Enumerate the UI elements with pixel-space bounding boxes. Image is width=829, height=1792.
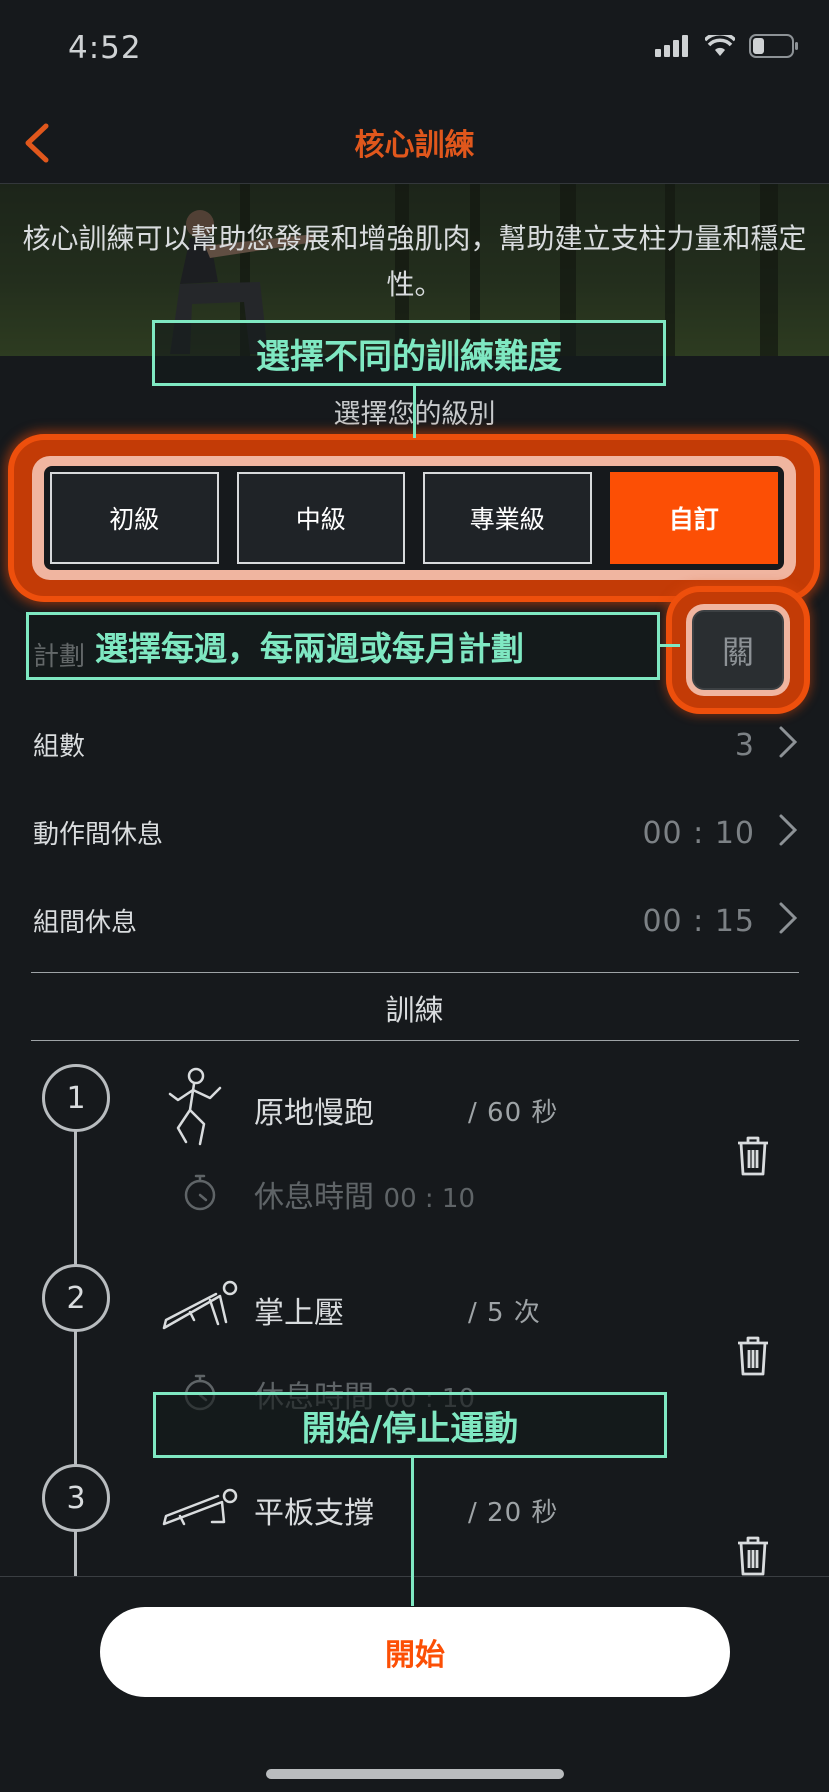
- exercise-name: 平板支撐: [254, 1496, 374, 1531]
- exercise-amount: / 20 秒: [468, 1498, 559, 1528]
- plank-icon: [162, 1488, 238, 1526]
- level-selector: 初級 中級 專業級 自訂: [44, 466, 784, 570]
- exercise-name: 掌上壓: [254, 1296, 344, 1331]
- chevron-right-icon: [779, 902, 798, 934]
- exercise-number-badge: 3: [42, 1464, 110, 1532]
- signal-icon: [655, 35, 688, 57]
- level-callout: 選擇不同的訓練難度: [152, 320, 666, 386]
- status-bar: 4:52: [0, 0, 829, 100]
- navigation-bar: 核心訓練: [0, 100, 829, 184]
- stopwatch-icon: [184, 1174, 216, 1211]
- plan-toggle-highlight: 關: [672, 592, 804, 708]
- hero-description: 核心訓練可以幫助您發展和增強肌肉，幫助建立支柱力量和穩定性。: [22, 222, 807, 301]
- divider: [31, 972, 799, 973]
- status-time: 4:52: [68, 30, 142, 66]
- rest-between-moves-row[interactable]: 動作間休息 00 : 10: [0, 790, 829, 870]
- rest-between-moves-label: 動作間休息: [33, 820, 164, 850]
- plan-callout: 選擇每週，每兩週或每月計劃: [26, 612, 660, 680]
- wifi-icon: [705, 35, 735, 56]
- exercise-rest: 休息時間 00 : 10: [254, 1172, 475, 1216]
- chevron-right-icon: [779, 814, 798, 846]
- chevron-right-icon: [779, 726, 798, 758]
- level-custom-button[interactable]: 自訂: [609, 472, 778, 564]
- start-button[interactable]: 開始: [100, 1607, 730, 1697]
- divider: [31, 1040, 799, 1041]
- level-professional-button[interactable]: 專業級: [423, 472, 592, 564]
- rest-between-sets-value: 00 : 15: [642, 904, 755, 939]
- rest-label: 休息時間: [254, 1180, 374, 1215]
- trash-icon[interactable]: [734, 1534, 772, 1578]
- bottom-panel: 開始: [0, 1576, 829, 1792]
- exercise-number-badge: 2: [42, 1264, 110, 1332]
- rest-between-sets-label: 組間休息: [33, 908, 138, 938]
- workout-section-title: 訓練: [385, 993, 444, 1027]
- level-beginner-button[interactable]: 初級: [50, 472, 219, 564]
- trash-icon[interactable]: [734, 1134, 772, 1178]
- exercise-amount: / 5 次: [468, 1298, 541, 1328]
- callout-connector: [411, 1458, 414, 1606]
- trash-icon[interactable]: [734, 1334, 772, 1378]
- pushup-icon: [162, 1280, 238, 1330]
- plan-toggle-button[interactable]: 關: [692, 610, 784, 690]
- rest-value: 00 : 10: [383, 1184, 476, 1214]
- callout-connector: [660, 644, 680, 647]
- rest-between-moves-value: 00 : 10: [642, 816, 755, 851]
- sets-value: 3: [734, 728, 755, 763]
- battery-icon: [749, 34, 798, 58]
- rest-between-sets-row[interactable]: 組間休息 00 : 15: [0, 878, 829, 958]
- home-indicator: [266, 1769, 564, 1779]
- callout-connector: [413, 384, 416, 438]
- jogging-icon: [168, 1067, 222, 1146]
- level-selector-highlight: 初級 中級 專業級 自訂: [14, 440, 814, 596]
- exercise-name: 原地慢跑: [254, 1096, 374, 1131]
- sets-row[interactable]: 組數 3: [0, 702, 829, 782]
- page-title: 核心訓練: [354, 128, 475, 163]
- status-icons: [655, 34, 799, 58]
- exercise-number-badge: 1: [42, 1064, 110, 1132]
- level-intermediate-button[interactable]: 中級: [236, 472, 405, 564]
- start-callout: 開始/停止運動: [153, 1392, 667, 1458]
- sets-label: 組數: [33, 732, 86, 762]
- exercise-amount: / 60 秒: [468, 1098, 559, 1128]
